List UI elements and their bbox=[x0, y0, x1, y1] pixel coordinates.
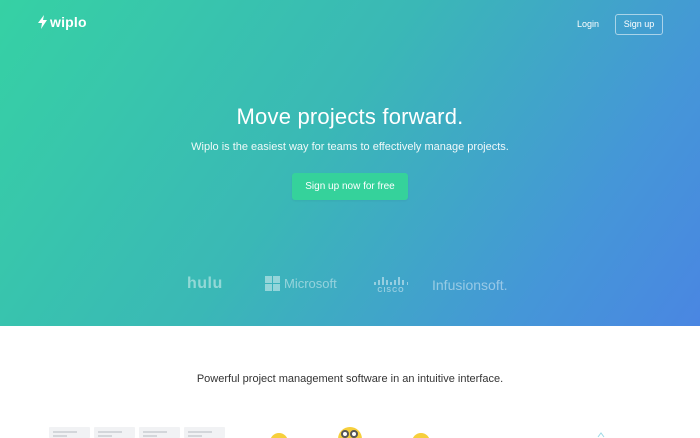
sparkle-icon bbox=[597, 432, 605, 438]
microsoft-logo: Microsoft bbox=[265, 276, 337, 291]
logo[interactable]: wiplo bbox=[38, 14, 87, 30]
minion-illustration bbox=[412, 433, 430, 438]
hero-subtitle: Wiplo is the easiest way for teams to ef… bbox=[191, 141, 509, 153]
login-link[interactable]: Login bbox=[568, 15, 608, 33]
microsoft-windows-icon bbox=[265, 276, 280, 291]
hero-title: Move projects forward. bbox=[236, 104, 464, 129]
ui-preview-card bbox=[94, 427, 135, 438]
cisco-logo: CISCO bbox=[374, 276, 408, 294]
hulu-logo: hulu bbox=[187, 275, 223, 292]
ui-preview-card bbox=[49, 427, 90, 438]
signup-button[interactable]: Sign up bbox=[615, 14, 663, 35]
microsoft-logo-text: Microsoft bbox=[284, 276, 337, 291]
infusionsoft-logo: Infusionsoft. bbox=[432, 277, 508, 293]
ui-preview-card bbox=[139, 427, 180, 438]
ui-preview-card bbox=[184, 427, 225, 438]
cisco-bars-icon bbox=[374, 276, 408, 285]
goggle-icon bbox=[341, 430, 349, 438]
hero-section: wiplo Login Sign up Move projects forwar… bbox=[0, 0, 700, 326]
minion-illustration bbox=[270, 433, 288, 438]
features-tagline: Powerful project management software in … bbox=[196, 373, 504, 385]
minion-illustration bbox=[338, 427, 362, 438]
logo-text: wiplo bbox=[50, 14, 87, 30]
lightning-bolt-icon bbox=[38, 15, 47, 29]
goggle-icon bbox=[350, 430, 358, 438]
signup-cta-button[interactable]: Sign up now for free bbox=[292, 173, 408, 200]
cisco-logo-text: CISCO bbox=[377, 287, 405, 294]
